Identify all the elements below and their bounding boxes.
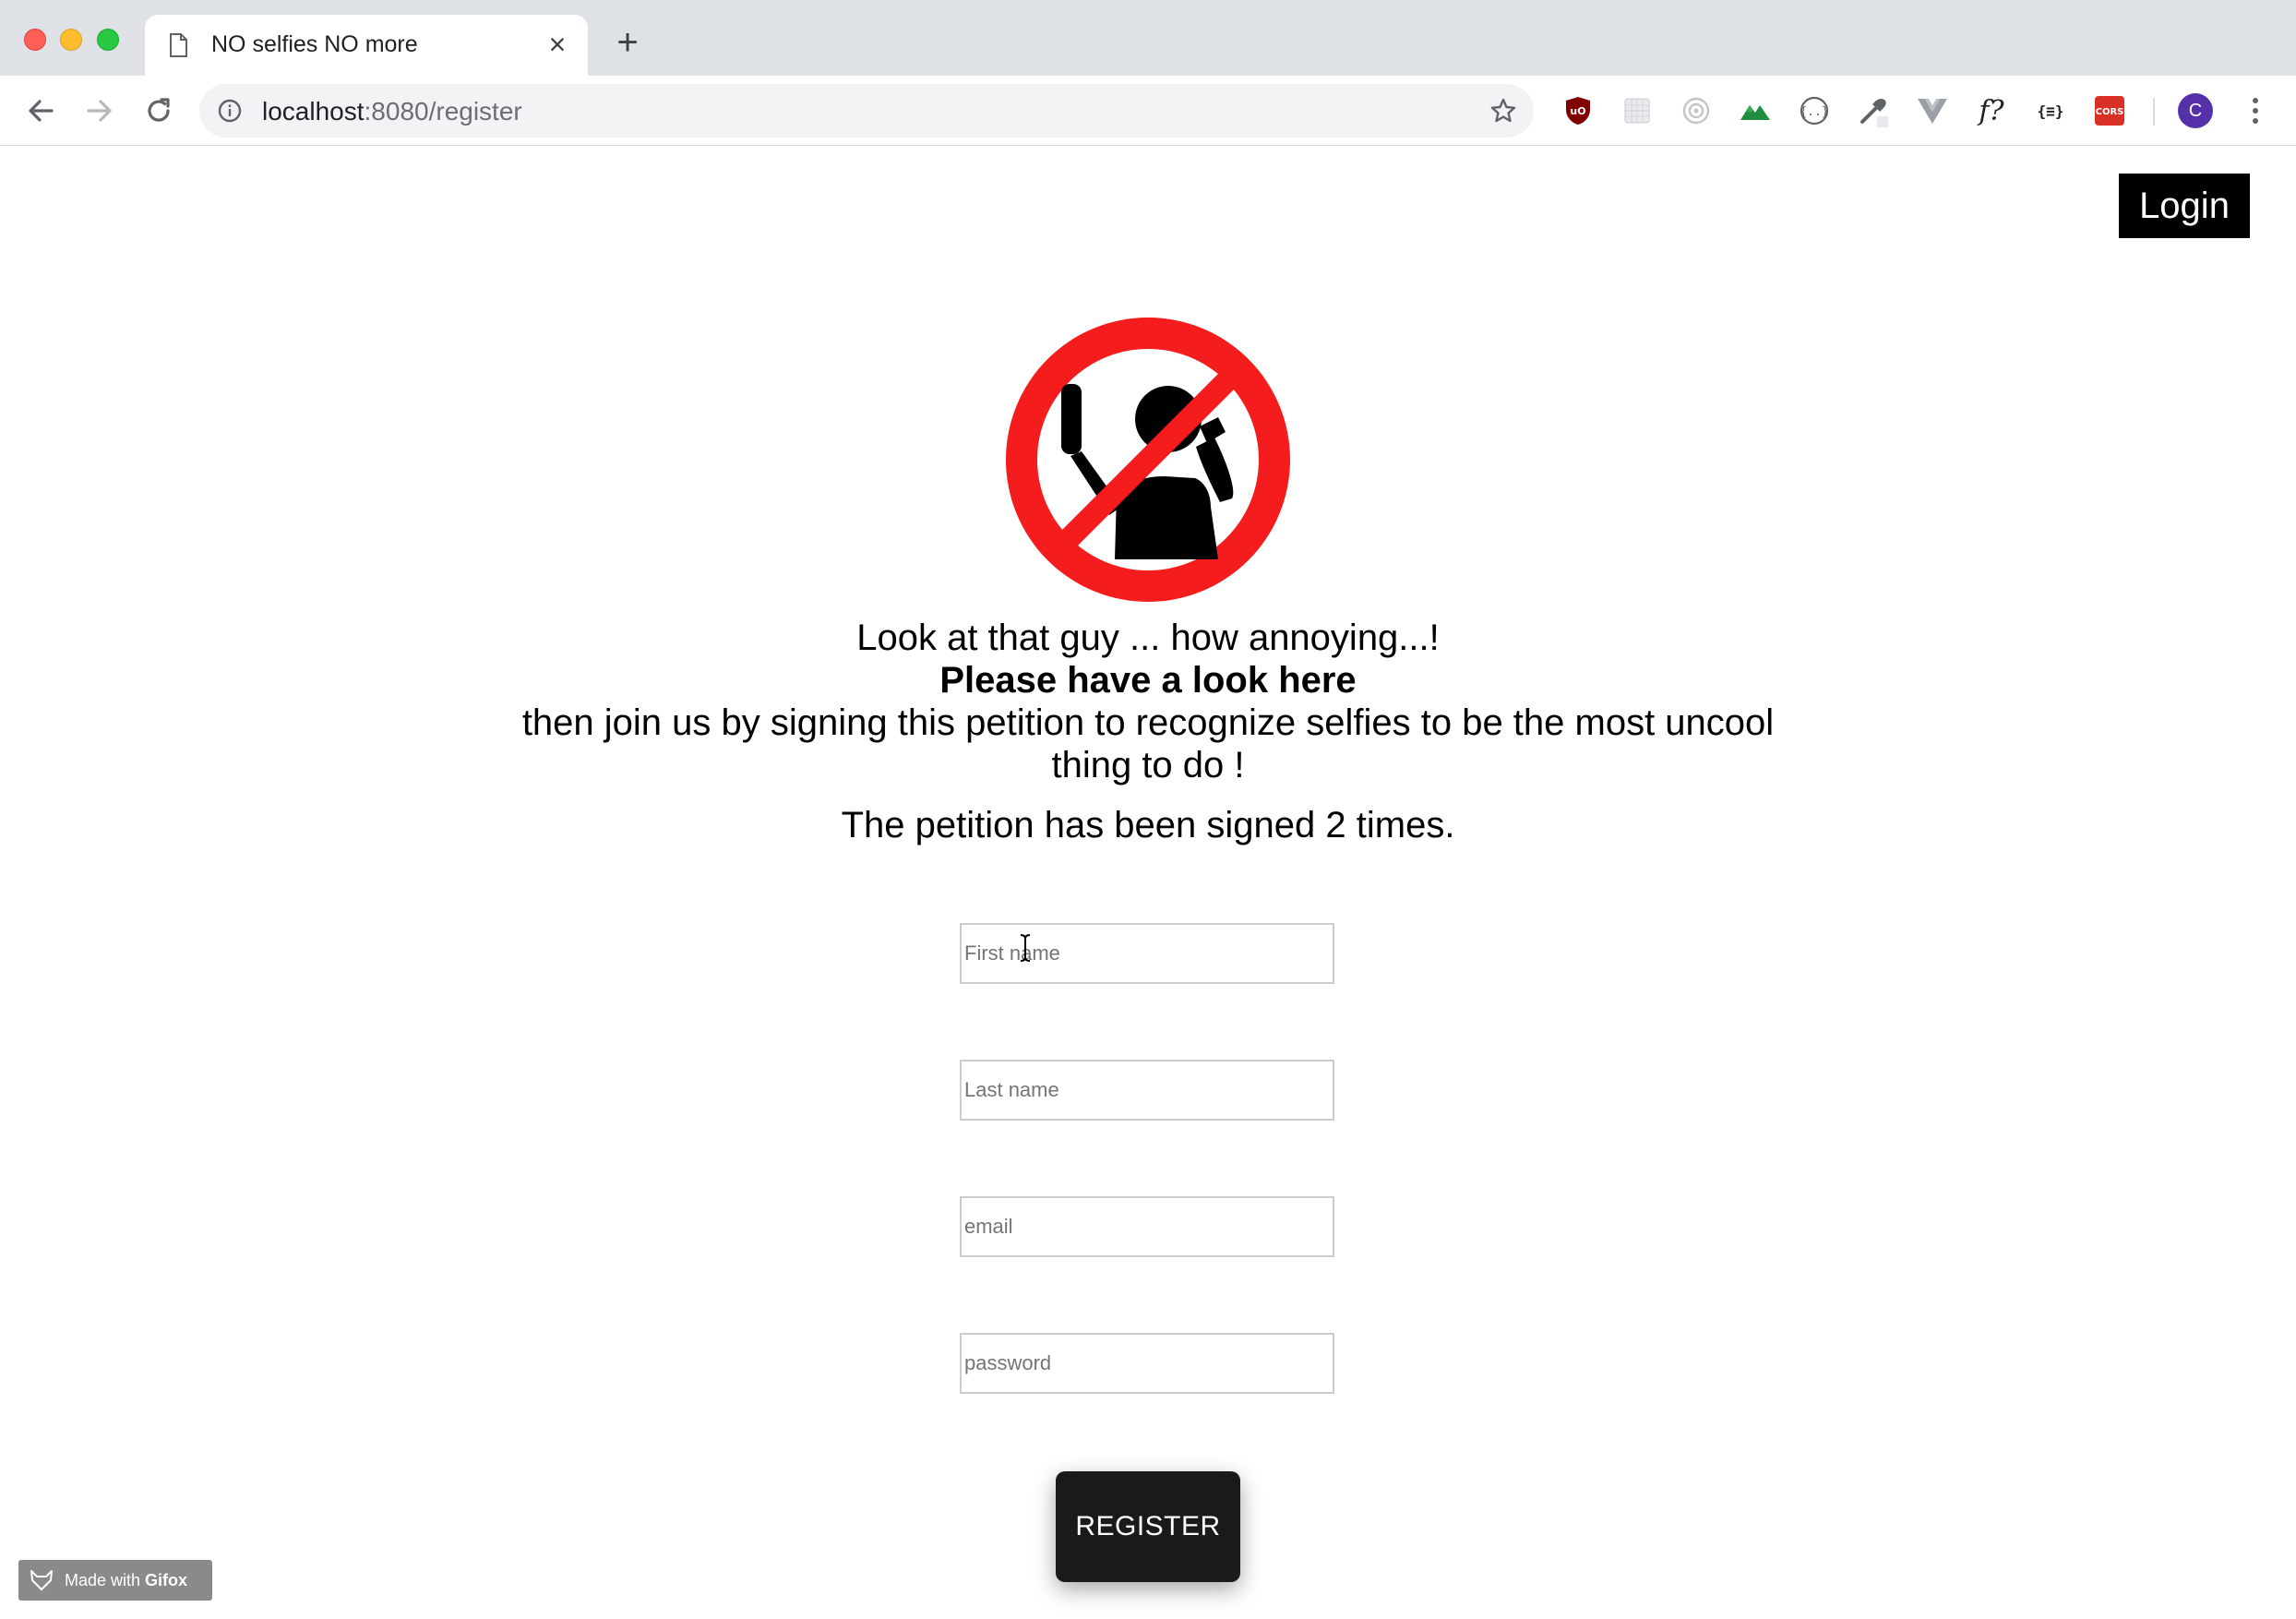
gifox-watermark: Made with Gifox — [18, 1560, 212, 1601]
function-icon[interactable]: f? — [1975, 94, 2008, 127]
eyedropper-icon[interactable] — [1857, 94, 1890, 127]
text-cursor-icon — [1020, 934, 1031, 962]
svg-text:{..}: {..} — [1800, 105, 1828, 119]
info-icon[interactable] — [218, 99, 242, 123]
window-close-button[interactable] — [24, 29, 46, 51]
signature-count: The petition has been signed 2 times. — [841, 805, 1455, 845]
extension-grid-icon[interactable] — [1620, 94, 1654, 127]
no-selfie-icon — [1006, 318, 1290, 602]
password-field[interactable] — [960, 1333, 1334, 1394]
svg-text:uO: uO — [1570, 105, 1585, 117]
profile-avatar[interactable]: C — [2178, 93, 2213, 128]
watermark-prefix: Made with — [65, 1571, 146, 1589]
first-name-field[interactable] — [960, 923, 1334, 984]
window-zoom-button[interactable] — [97, 29, 119, 51]
fox-icon — [30, 1570, 53, 1590]
bookmark-star-icon[interactable] — [1489, 97, 1517, 125]
target-icon[interactable] — [1680, 94, 1713, 127]
cors-icon[interactable]: CORS — [2093, 94, 2126, 127]
login-button[interactable]: Login — [2119, 174, 2250, 238]
braces-icon[interactable]: {≡} — [2034, 94, 2067, 127]
url-path: :8080/register — [364, 97, 522, 126]
intro-line-3: then join us by signing this petition to… — [521, 702, 1775, 786]
reload-icon[interactable] — [142, 94, 175, 127]
intro-line-1: Look at that guy ... how annoying...! — [856, 618, 1440, 658]
tab-strip: NO selfies NO more × + — [0, 0, 2296, 76]
json-icon[interactable]: {..} — [1798, 94, 1831, 127]
register-button[interactable]: REGISTER — [1056, 1471, 1240, 1582]
email-field[interactable] — [960, 1196, 1334, 1257]
svg-text:CORS: CORS — [2096, 107, 2124, 117]
window-minimize-button[interactable] — [60, 29, 82, 51]
mountain-icon[interactable] — [1739, 94, 1772, 127]
intro-text: Look at that guy ... how annoying...! Pl… — [517, 617, 1779, 786]
browser-toolbar: localhost:8080/register uO {..} f? {≡} C… — [0, 76, 2296, 146]
vue-icon[interactable] — [1916, 94, 1949, 127]
kebab-menu-icon[interactable] — [2244, 92, 2266, 129]
document-icon — [170, 33, 187, 57]
close-icon[interactable]: × — [544, 30, 571, 59]
toolbar-divider — [2153, 98, 2155, 126]
new-tab-button[interactable]: + — [609, 24, 646, 63]
forward-arrow-icon[interactable] — [83, 94, 116, 127]
back-arrow-icon[interactable] — [24, 94, 57, 127]
watermark-text: Made with Gifox — [65, 1560, 187, 1601]
look-here-link[interactable]: Please have a look here — [517, 659, 1779, 702]
url-host: localhost — [262, 97, 365, 126]
browser-tab[interactable]: NO selfies NO more × — [145, 15, 588, 76]
last-name-field[interactable] — [960, 1060, 1334, 1121]
tab-title: NO selfies NO more — [211, 31, 418, 57]
address-bar[interactable]: localhost:8080/register — [199, 84, 1534, 138]
watermark-brand: Gifox — [145, 1571, 188, 1589]
url-text[interactable]: localhost:8080/register — [262, 97, 522, 126]
ublock-icon[interactable]: uO — [1561, 94, 1595, 127]
